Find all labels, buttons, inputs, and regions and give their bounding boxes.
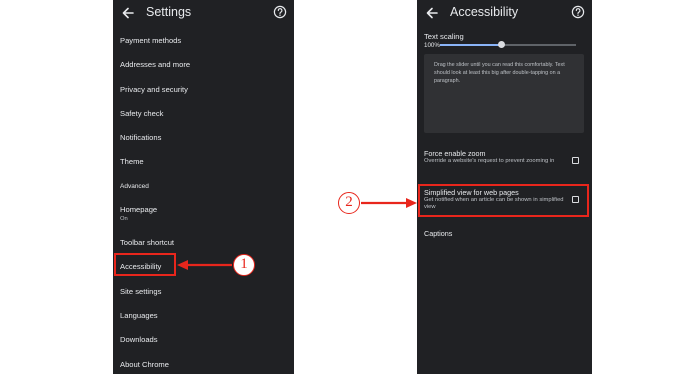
annotation-arrows [177, 198, 417, 270]
step-1-badge: 1 [233, 254, 255, 276]
arrow-2-head [406, 198, 417, 208]
step-2-badge: 2 [338, 192, 360, 214]
arrow-1-head [177, 260, 188, 270]
